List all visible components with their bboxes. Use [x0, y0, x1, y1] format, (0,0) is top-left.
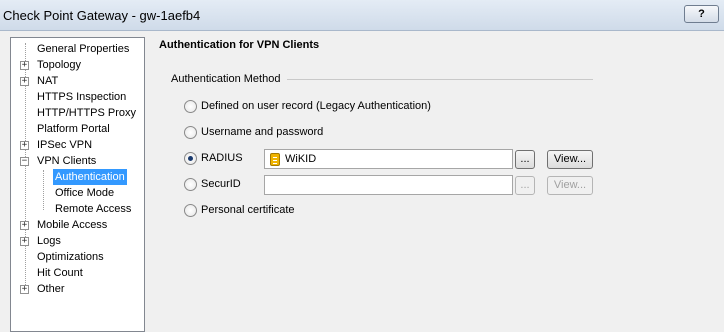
page-title: Authentication for VPN Clients	[159, 39, 320, 51]
tree-item-general-properties[interactable]: General Properties	[35, 41, 131, 57]
radius-view-button[interactable]: View...	[547, 150, 593, 169]
securid-server-field[interactable]	[264, 175, 513, 195]
database-icon	[270, 153, 280, 166]
tree-item-hit-count[interactable]: Hit Count	[35, 265, 85, 281]
label-securid[interactable]: SecurID	[201, 178, 241, 190]
window-title: Check Point Gateway - gw-1aefb4	[3, 8, 201, 23]
group-divider	[287, 79, 593, 80]
expand-ipsec-vpn-icon[interactable]: +	[20, 141, 29, 150]
label-user-record[interactable]: Defined on user record (Legacy Authentic…	[201, 100, 431, 112]
radius-browse-button[interactable]: ...	[515, 150, 535, 169]
tree-item-authentication[interactable]: Authentication	[53, 169, 127, 185]
tree-item-other[interactable]: Other	[35, 281, 67, 297]
radius-server-value: WiKID	[285, 153, 317, 165]
help-button[interactable]: ?	[684, 5, 719, 23]
radius-server-field[interactable]: WiKID	[264, 149, 513, 169]
tree-item-mobile-access[interactable]: Mobile Access	[35, 217, 109, 233]
tree-item-remote-access[interactable]: Remote Access	[53, 201, 133, 217]
tree-item-platform-portal[interactable]: Platform Portal	[35, 121, 112, 137]
radio-personal-certificate[interactable]	[184, 204, 197, 217]
tree-item-ipsec-vpn[interactable]: IPSec VPN	[35, 137, 94, 153]
expand-mobile-access-icon[interactable]: +	[20, 221, 29, 230]
label-username-password[interactable]: Username and password	[201, 126, 323, 138]
tree-connector	[43, 170, 44, 210]
title-bar: Check Point Gateway - gw-1aefb4 ?	[0, 0, 724, 31]
tree-item-http-https-proxy[interactable]: HTTP/HTTPS Proxy	[35, 105, 138, 121]
tree-item-optimizations[interactable]: Optimizations	[35, 249, 106, 265]
expand-logs-icon[interactable]: +	[20, 237, 29, 246]
expand-topology-icon[interactable]: +	[20, 61, 29, 70]
content-panel: Authentication for VPN Clients Authentic…	[147, 31, 724, 327]
radio-securid[interactable]	[184, 178, 197, 191]
securid-browse-button: ...	[515, 176, 535, 195]
label-radius[interactable]: RADIUS	[201, 152, 243, 164]
label-personal-certificate[interactable]: Personal certificate	[201, 204, 295, 216]
tree-item-topology[interactable]: Topology	[35, 57, 83, 73]
tree-item-office-mode[interactable]: Office Mode	[53, 185, 116, 201]
tree-item-vpn-clients[interactable]: VPN Clients	[35, 153, 98, 169]
collapse-vpn-clients-icon[interactable]: −	[20, 157, 29, 166]
group-title: Authentication Method	[171, 73, 281, 85]
tree-item-nat[interactable]: NAT	[35, 73, 60, 89]
radio-radius[interactable]	[184, 152, 197, 165]
tree-item-logs[interactable]: Logs	[35, 233, 63, 249]
navigation-tree: General Properties + Topology + NAT HTTP…	[10, 37, 145, 332]
expand-other-icon[interactable]: +	[20, 285, 29, 294]
radio-username-password[interactable]	[184, 126, 197, 139]
securid-view-button: View...	[547, 176, 593, 195]
expand-nat-icon[interactable]: +	[20, 77, 29, 86]
radio-user-record[interactable]	[184, 100, 197, 113]
tree-item-https-inspection[interactable]: HTTPS Inspection	[35, 89, 128, 105]
